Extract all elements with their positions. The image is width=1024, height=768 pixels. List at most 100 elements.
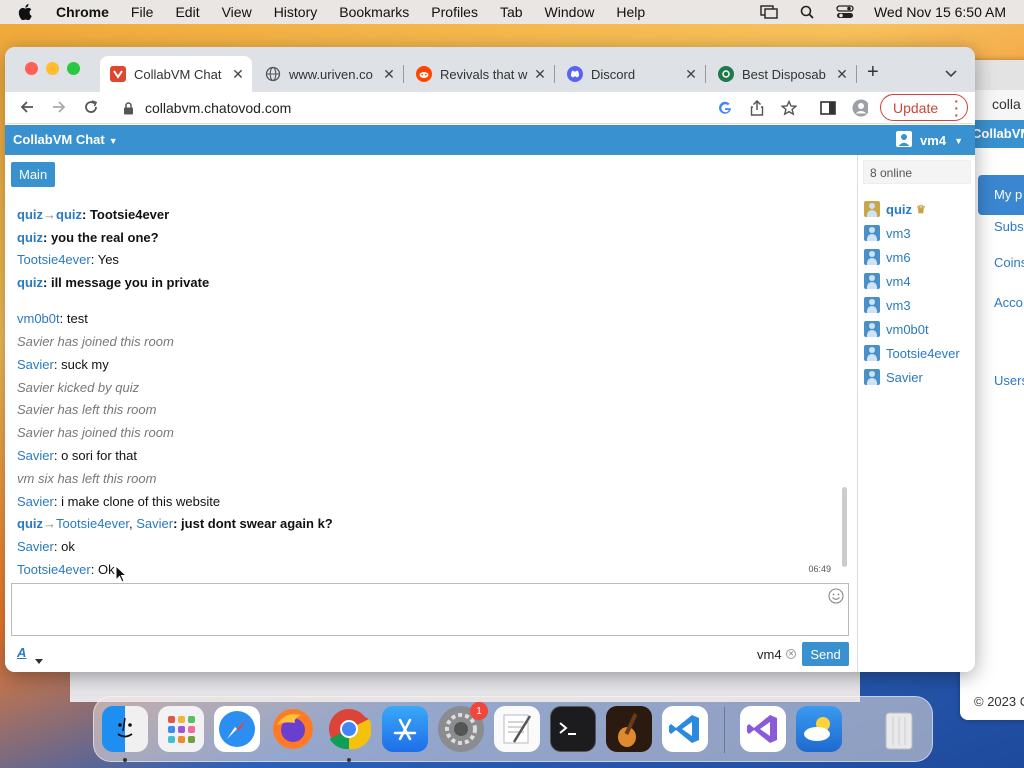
message-author[interactable]: vm0b0t (17, 311, 60, 326)
user-list-item[interactable]: vm3 (864, 221, 960, 245)
close-tab-icon[interactable]: ✕ (834, 66, 850, 83)
user-list-item[interactable]: vm6 (864, 245, 960, 269)
message-author[interactable]: quiz (17, 275, 43, 290)
control-center-icon[interactable] (836, 5, 854, 19)
system-settings-icon[interactable]: 1 (438, 702, 488, 752)
message-recipient[interactable]: Savier (136, 516, 173, 531)
user-menu[interactable]: vm4 ▼ (896, 131, 963, 150)
launchpad-icon[interactable] (158, 706, 204, 752)
message-author[interactable]: Savier (17, 494, 54, 509)
google-icon[interactable] (717, 100, 733, 116)
chrome-icon[interactable] (326, 706, 372, 752)
tab-collabvm-chat[interactable]: CollabVM Chat ✕ (100, 56, 252, 92)
menu-history[interactable]: History (274, 4, 318, 20)
message-author[interactable]: quiz (17, 230, 43, 245)
app-store-icon[interactable] (382, 706, 428, 752)
message-recipient[interactable]: Tootsie4ever (56, 516, 129, 531)
close-tab-icon[interactable]: ✕ (230, 66, 246, 83)
tab-title: Revivals that w (440, 66, 528, 82)
profile-avatar-icon[interactable] (852, 99, 868, 117)
send-button[interactable]: Send (802, 642, 849, 666)
new-tab-plus-icon[interactable]: + (867, 61, 879, 84)
user-name: Tootsie4ever (886, 345, 960, 361)
room-tab-main[interactable]: Main (11, 162, 56, 187)
message-input[interactable] (11, 583, 849, 636)
close-tab-icon[interactable]: ✕ (532, 66, 548, 83)
bookmark-star-icon[interactable] (781, 100, 797, 116)
message-author[interactable]: quiz (17, 207, 43, 222)
message-author[interactable]: quiz (17, 516, 43, 531)
menu-help[interactable]: Help (616, 4, 645, 20)
user-list-item[interactable]: vm0b0t (864, 317, 960, 341)
terminal-icon[interactable] (550, 706, 596, 752)
finder-icon[interactable] (102, 706, 148, 752)
menu-profiles[interactable]: Profiles (431, 4, 478, 20)
menubar-clock[interactable]: Wed Nov 15 6:50 AM (874, 4, 1006, 20)
private-arrow-icon: → (43, 207, 56, 222)
safari-icon[interactable] (214, 706, 260, 752)
close-window-button[interactable] (25, 62, 38, 75)
visual-studio-icon[interactable] (740, 706, 786, 752)
menu-edit[interactable]: Edit (175, 4, 199, 20)
user-list-item[interactable]: quiz ♛ (864, 197, 960, 221)
bg-item-users: Users (994, 373, 1024, 388)
emoji-smiley-icon[interactable] (828, 588, 844, 609)
textedit-icon[interactable] (494, 706, 540, 752)
background-window-sidebar: My p Subs Coins Acco Users (978, 175, 1024, 388)
close-tab-icon[interactable]: ✕ (683, 66, 699, 83)
garageband-icon[interactable] (606, 706, 652, 752)
scrollbar-thumb[interactable] (842, 487, 847, 567)
reload-icon[interactable] (83, 99, 99, 120)
format-caret-icon[interactable] (35, 651, 43, 669)
menu-bookmarks[interactable]: Bookmarks (339, 4, 409, 20)
apple-icon[interactable] (18, 4, 34, 20)
user-list-item[interactable]: vm4 (864, 269, 960, 293)
system-message: vm six has left this room (17, 471, 157, 486)
tab-reddit[interactable]: Revivals that w ✕ (406, 56, 555, 92)
text-format-button[interactable]: A (17, 645, 26, 660)
weather-icon[interactable] (796, 706, 842, 752)
tab-search-chevron-icon[interactable] (945, 65, 957, 83)
tab-best-disposable[interactable]: Best Disposab ✕ (708, 56, 857, 92)
brand-menu[interactable]: CollabVM Chat ▼ (13, 132, 118, 147)
back-arrow-icon[interactable] (19, 99, 35, 120)
message-author[interactable]: Savier (17, 448, 54, 463)
close-tab-icon[interactable]: ✕ (381, 66, 397, 83)
menu-tab[interactable]: Tab (500, 4, 523, 20)
menu-file[interactable]: File (131, 4, 154, 20)
forward-arrow-icon[interactable] (51, 99, 67, 120)
update-button[interactable]: Update · · · (880, 94, 968, 122)
trash-icon[interactable] (876, 706, 922, 752)
message-author[interactable]: Tootsie4ever (17, 252, 91, 267)
vscode-icon[interactable] (662, 706, 708, 752)
side-panel-icon[interactable] (820, 100, 836, 116)
screen-mirroring-icon[interactable] (760, 5, 778, 19)
user-name: vm3 (886, 225, 911, 241)
message-recipient[interactable]: quiz (56, 207, 82, 222)
firefox-icon[interactable] (270, 706, 316, 752)
tab-uriven[interactable]: www.uriven.co ✕ (255, 56, 404, 92)
share-icon[interactable] (749, 100, 765, 116)
more-menu-icon[interactable]: · · · (954, 94, 959, 122)
user-list-item[interactable]: Savier (864, 365, 960, 389)
message-author[interactable]: Savier (17, 357, 54, 372)
tab-separator (403, 65, 404, 83)
message-author[interactable]: Savier (17, 539, 54, 554)
minimize-window-button[interactable] (46, 62, 59, 75)
spotlight-search-icon[interactable] (798, 5, 816, 19)
tab-discord[interactable]: Discord ✕ (557, 56, 706, 92)
message: Savier: suck my (17, 357, 109, 372)
menu-window[interactable]: Window (545, 4, 595, 20)
menu-view[interactable]: View (222, 4, 252, 20)
url-text: collabvm.chatovod.com (145, 100, 292, 116)
zoom-window-button[interactable] (67, 62, 80, 75)
menu-chrome[interactable]: Chrome (56, 4, 109, 20)
message-author[interactable]: Tootsie4ever (17, 562, 91, 577)
chat-scrollbar[interactable] (839, 187, 849, 577)
address-bar[interactable]: collabvm.chatovod.com (123, 95, 883, 121)
user-list-item[interactable]: vm3 (864, 293, 960, 317)
lock-icon[interactable] (123, 101, 135, 115)
message-text: test (66, 311, 88, 326)
clear-recipient-icon[interactable]: ✕ (786, 649, 796, 659)
user-list-item[interactable]: Tootsie4ever (864, 341, 960, 365)
